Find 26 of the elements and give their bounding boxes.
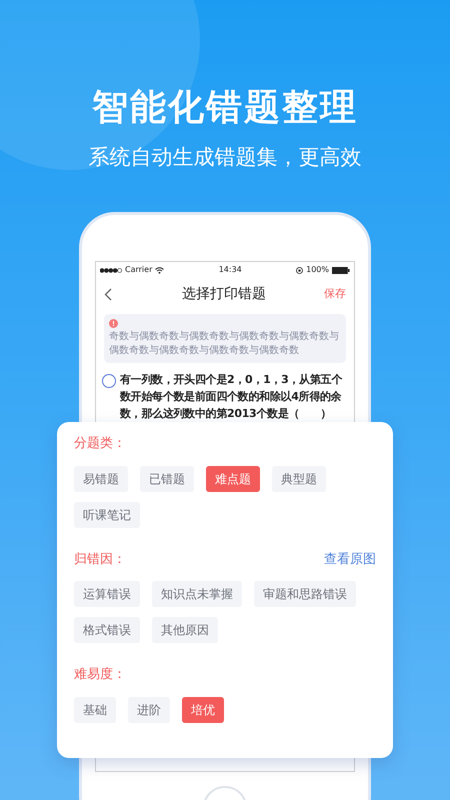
screen-title: 选择打印错题 bbox=[182, 284, 266, 304]
section-title: 分题类： bbox=[74, 435, 126, 453]
option-chip[interactable]: 基础 bbox=[74, 696, 116, 722]
option-chip[interactable]: 格式错误 bbox=[74, 617, 140, 643]
option-chip[interactable]: 进阶 bbox=[128, 696, 170, 722]
battery-percent: 100% bbox=[306, 264, 329, 276]
option-chip[interactable]: 审题和思路错误 bbox=[254, 581, 356, 607]
question-text: 有一列数，开头四个是2，0，1，3，从第五个数开始每个数是前面四个数的和除以4所得的余数，那么这列数中的第2013个数是（ ） bbox=[120, 372, 344, 422]
option-chip[interactable]: 其他原因 bbox=[152, 617, 218, 643]
section-title: 归错因： bbox=[74, 550, 126, 568]
option-chip[interactable]: 运算错误 bbox=[74, 581, 140, 607]
option-chip[interactable]: 易错题 bbox=[74, 466, 128, 492]
subheadline: 系统自动生成错题集，更高效 bbox=[88, 144, 362, 171]
note-text: 奇数与偶数奇数与偶数奇数与偶数奇数与偶数奇数与偶数奇数与偶数奇数与偶数奇数与偶数奇数 bbox=[109, 330, 340, 358]
option-chip[interactable]: 难点题 bbox=[206, 466, 260, 492]
option-chip[interactable]: 培优 bbox=[182, 696, 224, 722]
option-chip[interactable]: 知识点未掌握 bbox=[152, 581, 242, 607]
section-title: 难易度： bbox=[74, 666, 126, 684]
headline: 智能化错题整理 bbox=[92, 86, 358, 130]
view-original-link[interactable]: 查看原图 bbox=[324, 550, 376, 569]
carrier-label: Carrier bbox=[125, 264, 152, 276]
option-chip[interactable]: 典型题 bbox=[272, 466, 326, 492]
option-chip[interactable]: 已错题 bbox=[140, 466, 194, 492]
option-chip[interactable]: 听课笔记 bbox=[74, 502, 140, 528]
status-time: 14:34 bbox=[218, 264, 242, 276]
save-link[interactable]: 保存 bbox=[324, 286, 346, 302]
